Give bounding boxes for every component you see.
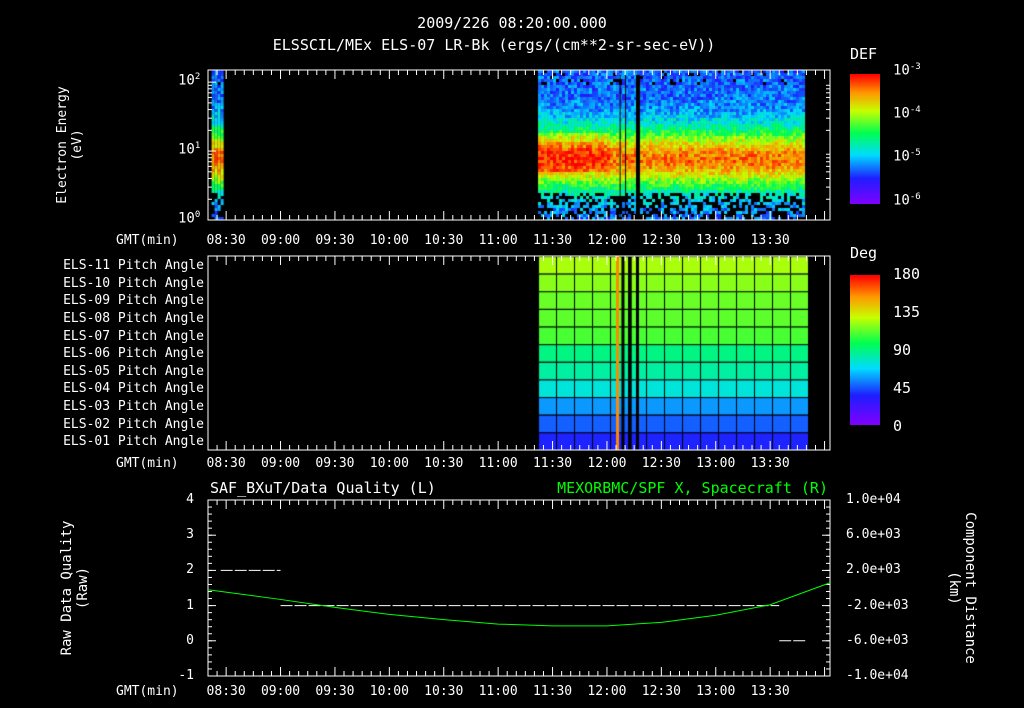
def-colorbar-title: DEF <box>850 45 878 63</box>
colorbar-tick-label: 10-5 <box>893 148 921 165</box>
right-tick-label: 1.0e+04 <box>846 492 901 507</box>
time-tick-label: 13:30 <box>750 456 790 471</box>
time-tick-label: 12:00 <box>587 456 627 471</box>
left-tick-label: 4 <box>186 492 194 507</box>
right-tick-label: 6.0e+03 <box>846 527 901 543</box>
time-tick-label: 12:30 <box>641 456 681 471</box>
right-axis-label: Component Distance (km) <box>946 512 978 664</box>
time-tick-label: 10:30 <box>424 456 464 471</box>
pitch-row-label: ELS-06 Pitch Angle <box>63 346 204 362</box>
pitch-row-label: ELS-05 Pitch Angle <box>63 363 204 379</box>
time-tick-label: 10:30 <box>424 233 464 248</box>
time-tick-label: 08:30 <box>206 233 246 248</box>
time-tick-label: 10:30 <box>424 684 464 699</box>
time-tick-label: 13:30 <box>750 233 790 248</box>
time-tick-label: 11:30 <box>532 684 573 699</box>
right-tick-label: -1.0e+04 <box>846 668 909 683</box>
time-axis-label: GMT(min) <box>116 684 179 699</box>
panel-frame <box>207 69 831 221</box>
time-tick-label: 08:30 <box>206 456 246 471</box>
pitch-row-label: ELS-03 Pitch Angle <box>63 399 204 415</box>
pitch-row-label: ELS-04 Pitch Angle <box>63 381 204 397</box>
time-tick-label: 12:30 <box>641 684 681 699</box>
left-tick-label: -1 <box>178 668 194 683</box>
right-tick-label: -6.0e+03 <box>846 632 909 648</box>
time-tick-label: 11:30 <box>532 456 573 471</box>
colorbar-tick-label: 135 <box>893 303 921 321</box>
time-axis-label: GMT(min) <box>116 456 179 471</box>
spacecraft-x-line <box>207 582 831 627</box>
time-tick-label: 13:00 <box>696 456 736 471</box>
time-tick-label: 09:00 <box>260 233 301 248</box>
time-axis-label: GMT(min) <box>116 233 179 248</box>
time-tick-label: 10:00 <box>369 684 409 699</box>
colorbar-tick-label: 10-3 <box>893 62 921 79</box>
panel-frame <box>207 255 831 451</box>
left-tick-label: 3 <box>186 527 194 543</box>
left-axis-label: Raw Data Quality (Raw) <box>59 520 91 656</box>
time-tick-label: 11:00 <box>478 684 518 699</box>
time-tick-label: 13:00 <box>696 233 736 248</box>
time-tick-label: 09:00 <box>260 456 301 471</box>
time-tick-label: 13:30 <box>750 684 790 699</box>
time-tick-label: 12:00 <box>587 233 627 248</box>
pitch-row-label: ELS-11 Pitch Angle <box>63 258 204 273</box>
colorbar-tick-label: 45 <box>893 379 912 397</box>
time-tick-label: 10:00 <box>369 456 409 471</box>
energy-tick-label: 100 <box>178 210 201 227</box>
colorbar-tick-label: 90 <box>893 341 912 359</box>
colorbar-tick-label: 10-6 <box>893 192 921 209</box>
energy-tick-label: 101 <box>178 141 201 158</box>
pitch-row-label: ELS-01 Pitch Angle <box>63 434 204 450</box>
time-tick-label: 11:30 <box>532 233 573 248</box>
left-series-title: SAF_BXuT/Data Quality (L) <box>210 479 436 497</box>
time-tick-label: 09:00 <box>260 684 301 699</box>
time-tick-label: 11:00 <box>478 233 518 248</box>
time-tick-label: 13:00 <box>696 684 736 699</box>
left-tick-label: 0 <box>186 632 194 648</box>
time-tick-label: 12:00 <box>587 684 627 699</box>
time-tick-label: 10:00 <box>369 233 409 248</box>
right-series-title: MEXORBMC/SPF X, Spacecraft (R) <box>557 479 828 497</box>
left-tick-label: 1 <box>186 597 194 613</box>
time-tick-label: 09:30 <box>315 233 355 248</box>
energy-tick-label: 102 <box>178 72 201 89</box>
colorbar-tick-label: 0 <box>893 417 903 435</box>
time-tick-label: 11:00 <box>478 456 518 471</box>
time-tick-label: 09:30 <box>315 456 355 471</box>
left-tick-label: 2 <box>186 562 194 578</box>
colorbar-tick-label: 180 <box>893 265 921 283</box>
pitch-row-label: ELS-10 Pitch Angle <box>63 275 204 291</box>
energy-axis-label: Electron Energy (eV) <box>55 86 85 204</box>
time-tick-label: 08:30 <box>206 684 246 699</box>
pitch-row-label: ELS-02 Pitch Angle <box>63 416 204 432</box>
pitch-row-label: ELS-09 Pitch Angle <box>63 293 204 309</box>
deg-colorbar-title: Deg <box>850 244 878 262</box>
right-tick-label: -2.0e+03 <box>846 597 909 613</box>
pitch-row-label: ELS-07 Pitch Angle <box>63 328 204 344</box>
time-tick-label: 12:30 <box>641 233 681 248</box>
colorbar-tick-label: 10-4 <box>893 105 921 122</box>
panel-frame <box>207 499 831 677</box>
pitch-row-label: ELS-08 Pitch Angle <box>63 310 204 326</box>
right-tick-label: 2.0e+03 <box>846 562 901 578</box>
time-tick-label: 09:30 <box>315 684 355 699</box>
